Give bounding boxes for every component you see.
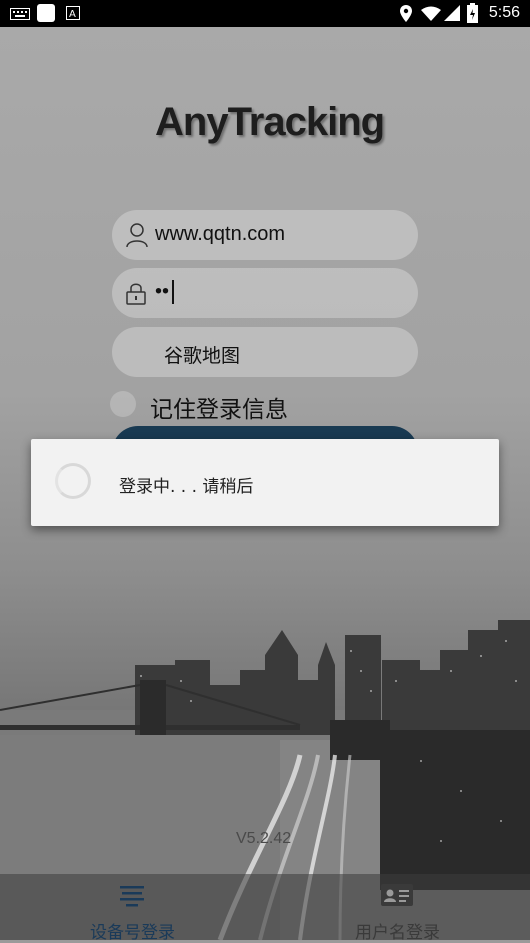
loading-dialog: 登录中. . . 请稍后 [31, 439, 499, 526]
battery-icon [467, 3, 478, 23]
remember-label: 记住登录信息 [150, 397, 288, 423]
map-select-value: 谷歌地图 [164, 345, 241, 367]
svg-text:A: A [69, 9, 76, 20]
remember-radio[interactable] [110, 391, 136, 417]
bottom-tab-bar: 设备号登录 用户名登录 [0, 874, 530, 943]
id-card-icon [381, 884, 413, 906]
wifi-icon [421, 6, 441, 21]
keyboard-icon [10, 8, 30, 20]
a-icon: A [66, 6, 80, 20]
tab-device-login[interactable]: 设备号登录 [0, 874, 265, 943]
lock-icon [126, 283, 146, 305]
loading-message: 登录中. . . 请稍后 [119, 477, 254, 497]
app-icon [37, 4, 55, 22]
tab-username-login-label: 用户名登录 [355, 923, 440, 943]
tab-device-login-label: 设备号登录 [90, 923, 175, 943]
location-icon [400, 5, 412, 22]
app-logo: AnyTracking [155, 100, 385, 144]
loading-spinner-icon [55, 463, 91, 499]
map-select[interactable]: 谷歌地图 [112, 327, 418, 377]
device-list-icon [120, 886, 144, 907]
tab-username-login[interactable]: 用户名登录 [265, 874, 530, 943]
username-value: www.qqtn.com [155, 223, 286, 245]
password-value: •• [155, 280, 174, 304]
version-label: V5.2.42 [236, 830, 292, 847]
signal-icon [444, 5, 460, 21]
password-field[interactable]: •• [112, 268, 418, 318]
text-cursor [172, 280, 174, 304]
clock-time: 5:56 [488, 4, 520, 21]
user-icon [126, 223, 148, 247]
password-mask: •• [155, 280, 170, 303]
username-field[interactable]: www.qqtn.com [112, 210, 418, 260]
status-bar: A 5:56 [0, 0, 530, 27]
